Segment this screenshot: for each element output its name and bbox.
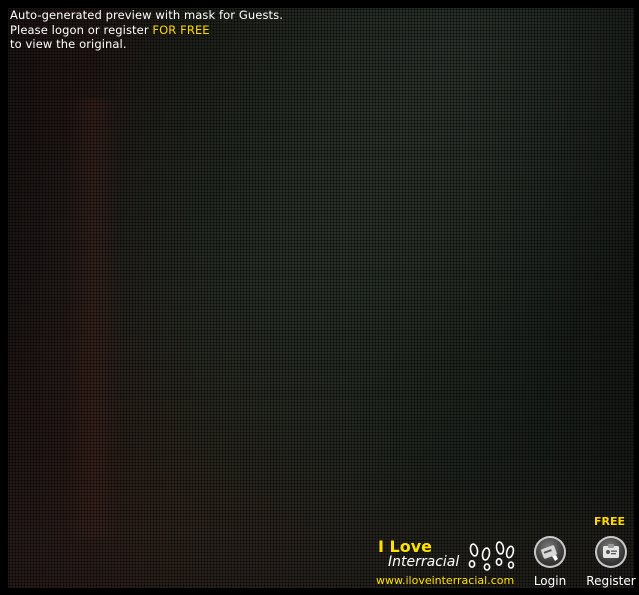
site-logo[interactable]: I Love Interracial www.iloveinterracial.…: [376, 536, 521, 590]
register-button[interactable]: Register: [585, 536, 637, 588]
notice-line-2: Please logon or register FOR FREE: [10, 23, 283, 38]
logo-text-line-2: Interracial: [388, 554, 460, 570]
login-label: Login: [533, 574, 567, 588]
site-url[interactable]: www.iloveinterracial.com: [376, 574, 514, 587]
login-card-icon: [534, 536, 566, 568]
login-button[interactable]: Login: [530, 536, 570, 588]
register-id-card-icon: [595, 536, 627, 568]
notice-line-3: to view the original.: [10, 37, 127, 51]
notice-line-2-text: Please logon or register: [10, 22, 153, 37]
register-label: Register: [586, 574, 636, 588]
guest-notice: Auto-generated preview with mask for Gue…: [10, 8, 283, 52]
masked-preview-image: [8, 8, 634, 588]
notice-line-1: Auto-generated preview with mask for Gue…: [10, 8, 284, 22]
preview-mask-mesh: [8, 8, 634, 588]
footprints-icon: [468, 541, 515, 571]
masked-preview-page: Auto-generated preview with mask for Gue…: [0, 0, 639, 595]
free-badge: FREE: [594, 515, 626, 528]
register-free-link[interactable]: FOR FREE: [152, 23, 209, 37]
